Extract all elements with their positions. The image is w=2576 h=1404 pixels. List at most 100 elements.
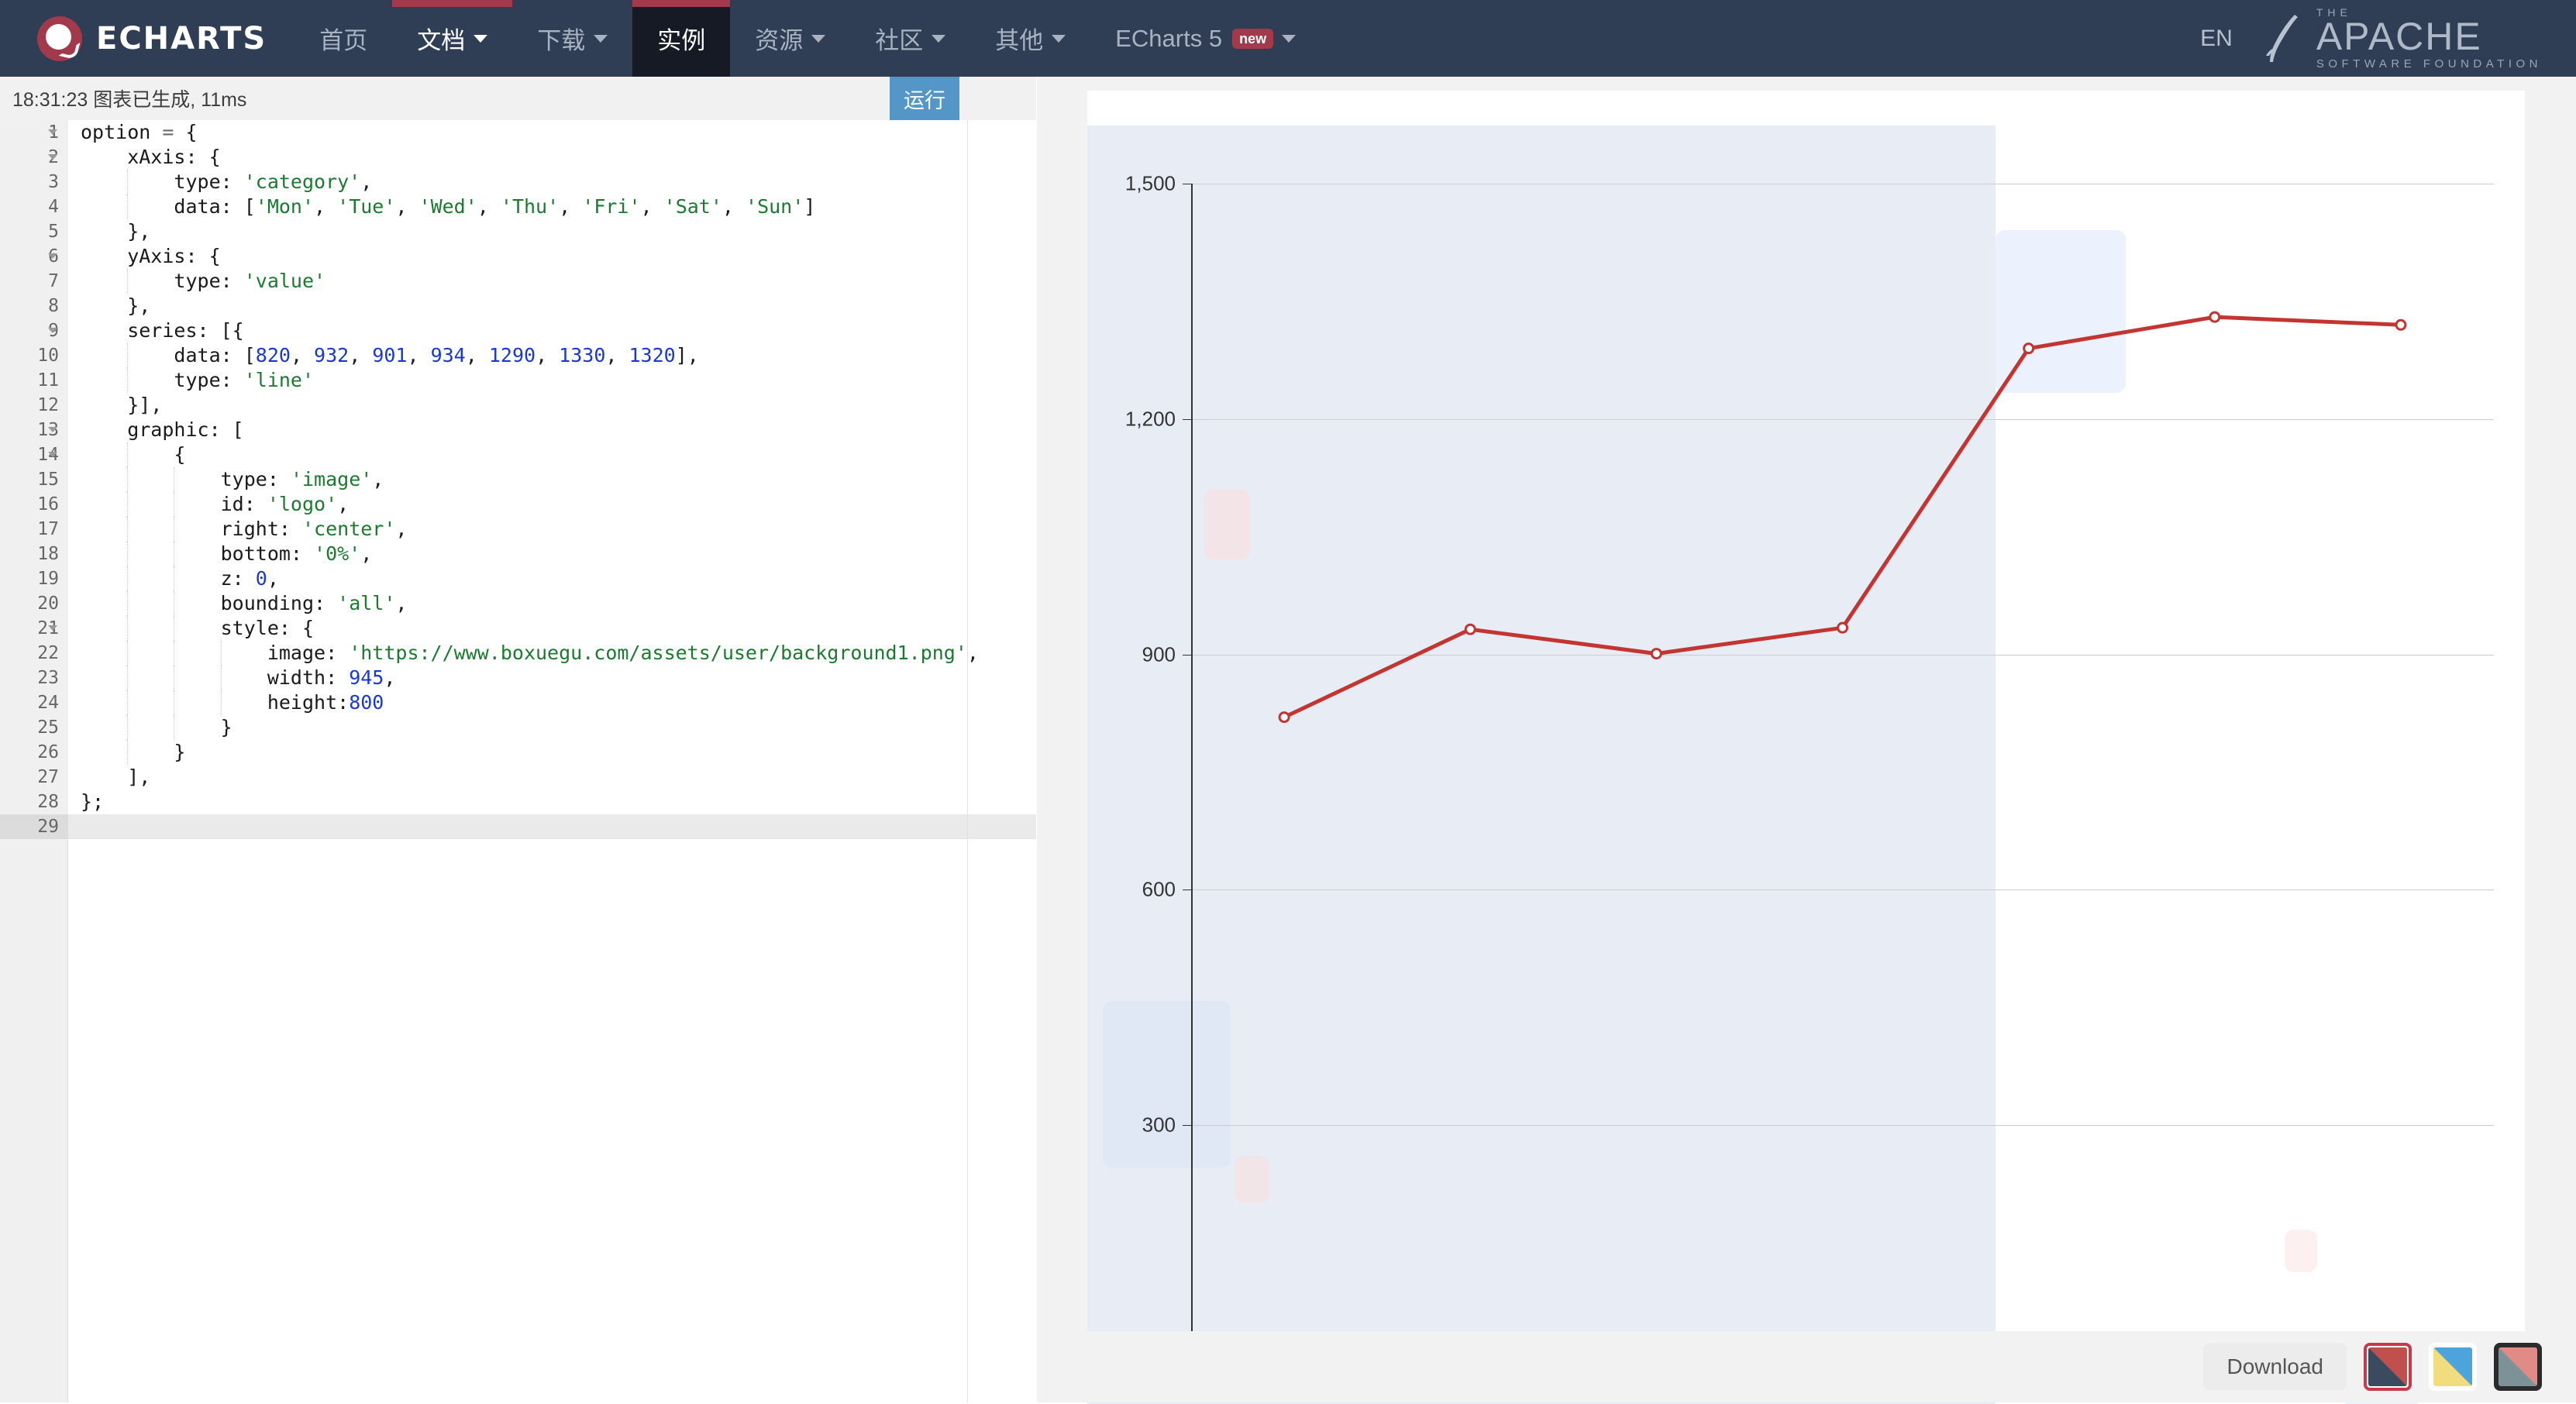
feather-icon [2264, 13, 2304, 64]
line-number: 15 [0, 467, 68, 492]
code-line[interactable]: 21 style: { [0, 616, 1036, 641]
theme-swatch-preview [2433, 1347, 2472, 1386]
nav-item-label: ECharts 5 [1115, 25, 1222, 53]
download-button[interactable]: Download [2203, 1344, 2347, 1390]
line-number: 21 [0, 616, 68, 641]
echarts-logo[interactable]: ECHARTS [0, 0, 267, 77]
data-point-marker[interactable] [2024, 344, 2034, 353]
code-lines[interactable]: 1option = {2 xAxis: {3 type: 'category',… [0, 120, 1036, 839]
code-line[interactable]: 27 ], [0, 765, 1036, 790]
code-line[interactable]: 12 }], [0, 393, 1036, 418]
line-number: 27 [0, 765, 68, 790]
nav-item-label: 首页 [319, 21, 367, 56]
fold-toggle-icon[interactable] [48, 452, 57, 457]
code-line[interactable]: 19 z: 0, [0, 566, 1036, 591]
theme-light-swatch[interactable] [2429, 1343, 2477, 1391]
line-number: 9 [0, 318, 68, 343]
code-line[interactable]: 3 type: 'category', [0, 170, 1036, 194]
line-number: 26 [0, 740, 68, 765]
code-line[interactable]: 5 }, [0, 219, 1036, 244]
code-line[interactable]: 2 xAxis: { [0, 145, 1036, 170]
theme-dark-swatch[interactable] [2494, 1343, 2542, 1391]
fold-toggle-icon[interactable] [48, 427, 57, 432]
code-text: type: 'category', [68, 170, 372, 194]
fold-toggle-icon[interactable] [48, 253, 57, 259]
code-line[interactable]: 13 graphic: [ [0, 418, 1036, 442]
data-point-marker[interactable] [1279, 713, 1289, 722]
nav-item-1[interactable]: 文档 [392, 0, 512, 77]
code-line[interactable]: 7 type: 'value' [0, 269, 1036, 294]
code-line[interactable]: 9 series: [{ [0, 318, 1036, 343]
echarts-canvas[interactable]: 03006009001,2001,500MonTueWedThuFriSatSu… [1087, 91, 2525, 1404]
line-number: 8 [0, 294, 68, 318]
code-line[interactable]: 20 bounding: 'all', [0, 591, 1036, 616]
data-point-marker[interactable] [2210, 312, 2220, 322]
code-line[interactable]: 8 }, [0, 294, 1036, 318]
code-line[interactable]: 28}; [0, 790, 1036, 814]
code-text: data: ['Mon', 'Tue', 'Wed', 'Thu', 'Fri'… [68, 194, 815, 219]
code-text: }; [68, 790, 104, 814]
code-line[interactable]: 18 bottom: '0%', [0, 542, 1036, 566]
code-text: }, [68, 294, 150, 318]
line-number: 6 [0, 244, 68, 269]
code-text: xAxis: { [68, 145, 221, 170]
code-line[interactable]: 15 type: 'image', [0, 467, 1036, 492]
code-line[interactable]: 16 id: 'logo', [0, 492, 1036, 517]
code-line[interactable]: 23 width: 945, [0, 666, 1036, 690]
data-point-marker[interactable] [1651, 649, 1661, 659]
fold-toggle-icon[interactable] [48, 154, 57, 160]
apache-foundation-logo[interactable]: THE APACHE SOFTWARE FOUNDATION [2264, 0, 2576, 77]
code-line[interactable]: 4 data: ['Mon', 'Tue', 'Wed', 'Thu', 'Fr… [0, 194, 1036, 219]
code-line[interactable]: 14 { [0, 442, 1036, 467]
chart-preview-pane: 03006009001,2001,500MonTueWedThuFriSatSu… [1037, 77, 2576, 1402]
nav-item-0[interactable]: 首页 [294, 0, 392, 77]
code-text: z: 0, [68, 566, 279, 591]
code-text: }], [68, 393, 162, 418]
code-text: width: 945, [68, 666, 395, 690]
nav-item-7[interactable]: ECharts 5new [1090, 0, 1321, 77]
language-switch[interactable]: EN [2169, 0, 2264, 77]
line-number: 4 [0, 194, 68, 219]
theme-swatch-preview [2499, 1347, 2537, 1386]
data-point-marker[interactable] [1838, 623, 1848, 632]
nav-item-3[interactable]: 实例 [632, 0, 730, 77]
code-text: right: 'center', [68, 517, 407, 542]
nav-item-2[interactable]: 下载 [512, 0, 632, 77]
fold-toggle-icon[interactable] [48, 129, 57, 135]
code-line[interactable]: 29 [0, 814, 1036, 839]
theme-default-swatch[interactable] [2364, 1343, 2412, 1391]
code-text: style: { [68, 616, 314, 641]
code-line[interactable]: 24 height:800 [0, 690, 1036, 715]
line-number: 22 [0, 641, 68, 666]
echarts-mark-icon [37, 16, 82, 61]
code-editor-pane: 18:31:23 图表已生成, 11ms 运行 1option = {2 xAx… [0, 77, 1036, 1402]
line-number: 23 [0, 666, 68, 690]
code-line[interactable]: 6 yAxis: { [0, 244, 1036, 269]
code-text: } [68, 740, 185, 765]
nav-item-6[interactable]: 其他 [970, 0, 1090, 77]
line-number: 24 [0, 690, 68, 715]
apache-wordmark: THE APACHE SOFTWARE FOUNDATION [2316, 6, 2542, 71]
fold-toggle-icon[interactable] [48, 328, 57, 333]
code-line[interactable]: 22 image: 'https://www.boxuegu.com/asset… [0, 641, 1036, 666]
data-point-marker[interactable] [2396, 320, 2406, 329]
data-point-marker[interactable] [1465, 625, 1475, 634]
fold-toggle-icon[interactable] [48, 625, 57, 631]
code-line[interactable]: 25 } [0, 715, 1036, 740]
code-line[interactable]: 11 type: 'line' [0, 368, 1036, 393]
code-line[interactable]: 10 data: [820, 932, 901, 934, 1290, 1330… [0, 343, 1036, 368]
chevron-down-icon [594, 35, 608, 43]
nav-item-5[interactable]: 社区 [850, 0, 970, 77]
code-line[interactable]: 1option = { [0, 120, 1036, 145]
code-text: bottom: '0%', [68, 542, 372, 566]
code-line[interactable]: 26 } [0, 740, 1036, 765]
top-navigation-bar: ECHARTS 首页文档下载实例资源社区其他ECharts 5new EN TH… [0, 0, 2576, 77]
editor-status-bar: 18:31:23 图表已生成, 11ms [0, 77, 1036, 120]
run-button[interactable]: 运行 [890, 77, 959, 120]
code-text-area[interactable]: 1option = {2 xAxis: {3 type: 'category',… [0, 120, 1036, 1402]
code-text: type: 'line' [68, 368, 314, 393]
nav-item-4[interactable]: 资源 [730, 0, 850, 77]
code-line[interactable]: 17 right: 'center', [0, 517, 1036, 542]
code-text: bounding: 'all', [68, 591, 407, 616]
line-number: 18 [0, 542, 68, 566]
